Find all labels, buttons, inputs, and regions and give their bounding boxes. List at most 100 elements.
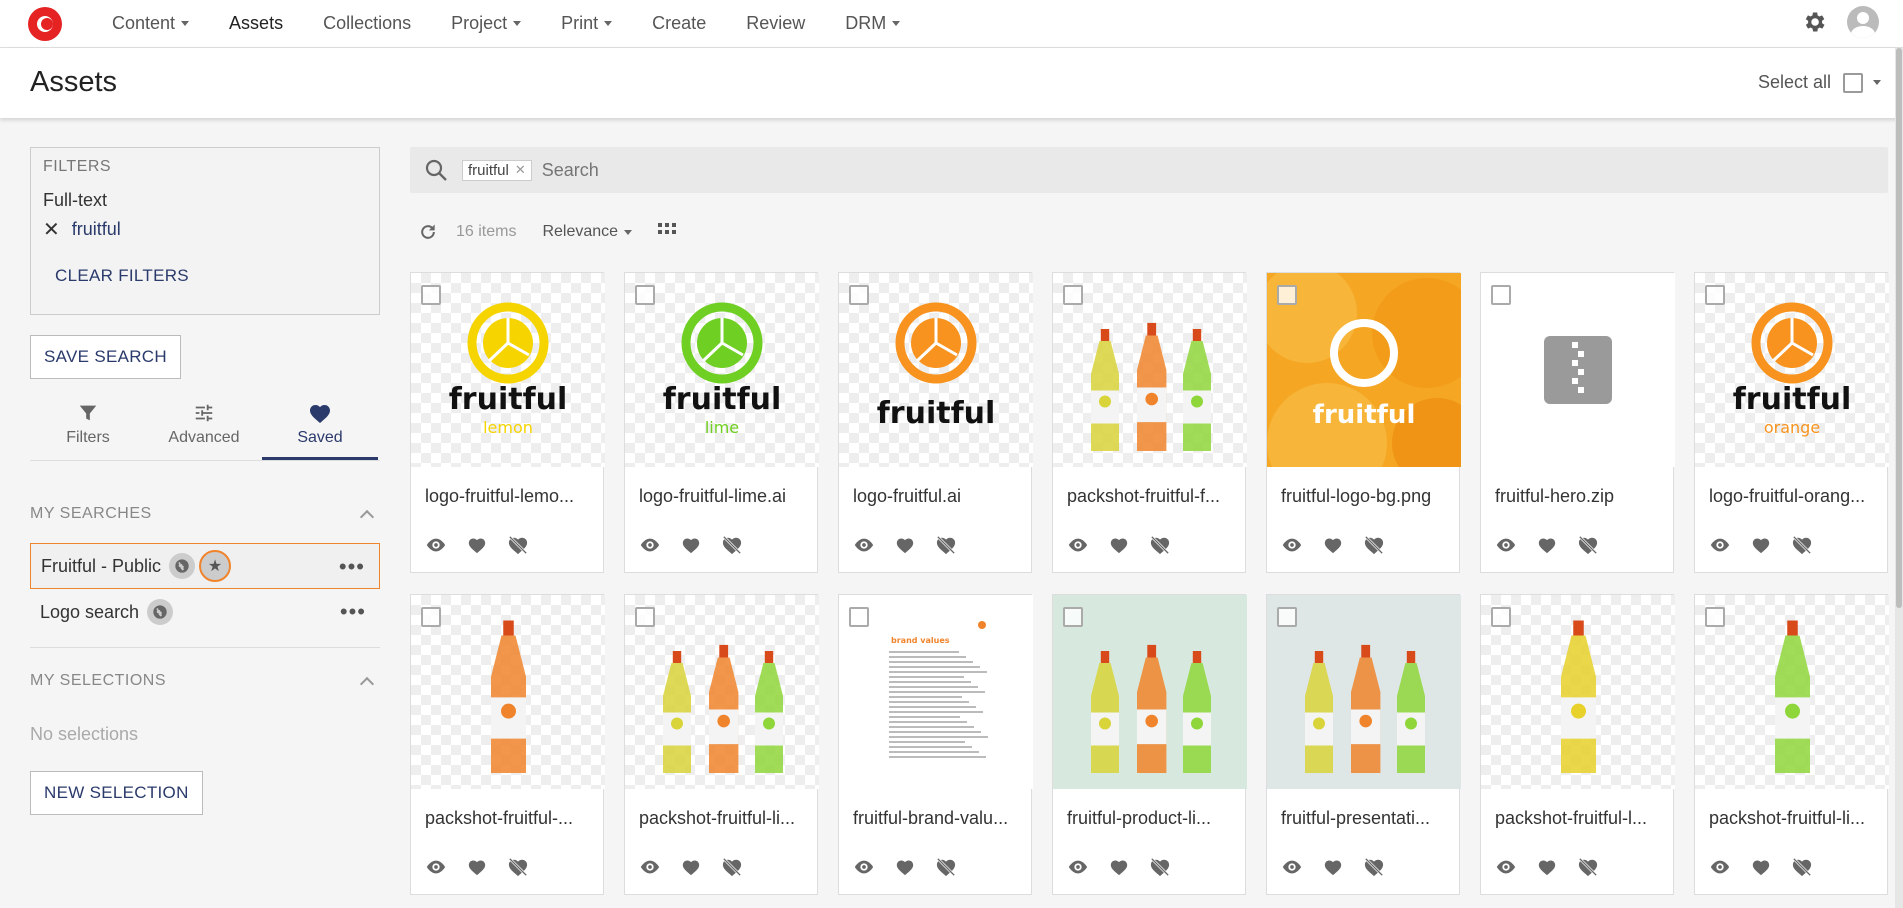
preview-icon[interactable]	[853, 537, 875, 553]
heart-off-icon[interactable]	[1791, 535, 1813, 555]
preview-icon[interactable]	[1067, 537, 1089, 553]
nav-item-collections[interactable]: Collections	[323, 13, 411, 34]
preview-icon[interactable]	[1495, 537, 1517, 553]
page-scrollbar[interactable]	[1895, 48, 1903, 908]
heart-off-icon[interactable]	[721, 857, 743, 877]
asset-checkbox[interactable]	[1705, 607, 1725, 627]
heart-icon[interactable]	[681, 536, 701, 554]
asset-checkbox[interactable]	[1491, 285, 1511, 305]
heart-off-icon[interactable]	[1363, 857, 1385, 877]
chevron-up-icon[interactable]	[359, 676, 375, 692]
star-icon[interactable]: ★	[199, 550, 232, 582]
asset-filename[interactable]: fruitful-logo-bg.png	[1281, 486, 1451, 507]
heart-icon[interactable]	[467, 858, 487, 876]
preview-icon[interactable]	[1709, 537, 1731, 553]
new-selection-button[interactable]: NEW SELECTION	[30, 771, 203, 815]
asset-checkbox[interactable]	[1705, 285, 1725, 305]
preview-icon[interactable]	[425, 859, 447, 875]
heart-icon[interactable]	[1323, 858, 1343, 876]
nav-item-project[interactable]: Project	[451, 13, 522, 34]
asset-checkbox[interactable]	[421, 607, 441, 627]
more-options-icon[interactable]: •••	[340, 599, 366, 625]
sort-dropdown[interactable]: Relevance	[542, 223, 633, 241]
my-selections-header[interactable]: MY SELECTIONS	[30, 672, 380, 692]
asset-card[interactable]: fruitful orange logo-fruitful-orang...	[1694, 272, 1889, 573]
preview-icon[interactable]	[1709, 859, 1731, 875]
user-avatar-icon[interactable]	[1847, 6, 1879, 38]
asset-card[interactable]: fruitful-presentati...	[1266, 594, 1461, 895]
asset-checkbox[interactable]	[849, 285, 869, 305]
preview-icon[interactable]	[853, 859, 875, 875]
asset-card[interactable]: packshot-fruitful-...	[410, 594, 605, 895]
asset-card[interactable]: fruitful-hero.zip	[1480, 272, 1675, 573]
clear-filters-button[interactable]: CLEAR FILTERS	[55, 266, 367, 286]
heart-icon[interactable]	[467, 536, 487, 554]
select-all[interactable]: Select all	[1758, 72, 1881, 93]
chevron-up-icon[interactable]	[359, 509, 375, 525]
heart-icon[interactable]	[895, 536, 915, 554]
asset-card[interactable]: fruitful lime logo-fruitful-lime.ai	[624, 272, 819, 573]
heart-off-icon[interactable]	[1149, 857, 1171, 877]
asset-filename[interactable]: logo-fruitful-orang...	[1709, 486, 1879, 507]
nav-item-review[interactable]: Review	[746, 13, 805, 34]
asset-filename[interactable]: packshot-fruitful-l...	[1495, 808, 1665, 829]
my-searches-header[interactable]: MY SEARCHES	[30, 505, 380, 525]
asset-checkbox[interactable]	[1063, 607, 1083, 627]
saved-search-item[interactable]: Fruitful - Public ★ •••	[30, 543, 380, 589]
heart-off-icon[interactable]	[1791, 857, 1813, 877]
nav-item-content[interactable]: Content	[112, 13, 190, 34]
asset-filename[interactable]: packshot-fruitful-f...	[1067, 486, 1237, 507]
save-search-button[interactable]: SAVE SEARCH	[30, 335, 181, 379]
heart-icon[interactable]	[895, 858, 915, 876]
close-icon[interactable]: ✕	[43, 217, 60, 242]
asset-card[interactable]: fruitful lemon logo-fruitful-lemo...	[410, 272, 605, 573]
asset-card[interactable]: fruitful fruitful-logo-bg.png	[1266, 272, 1461, 573]
asset-checkbox[interactable]	[635, 607, 655, 627]
tab-advanced[interactable]: Advanced	[146, 401, 262, 460]
asset-filename[interactable]: packshot-fruitful-li...	[1709, 808, 1879, 829]
nav-item-drm[interactable]: DRM	[845, 13, 901, 34]
heart-off-icon[interactable]	[935, 857, 957, 877]
heart-icon[interactable]	[681, 858, 701, 876]
heart-icon[interactable]	[1751, 536, 1771, 554]
nav-item-assets[interactable]: Assets	[229, 13, 283, 34]
asset-checkbox[interactable]	[635, 285, 655, 305]
heart-icon[interactable]	[1537, 858, 1557, 876]
preview-icon[interactable]	[1281, 859, 1303, 875]
search-input[interactable]	[541, 159, 942, 181]
grid-view-icon[interactable]	[658, 223, 677, 241]
asset-checkbox[interactable]	[849, 607, 869, 627]
nav-item-create[interactable]: Create	[652, 13, 706, 34]
heart-icon[interactable]	[1109, 536, 1129, 554]
asset-card[interactable]: packshot-fruitful-f...	[1052, 272, 1247, 573]
more-options-icon[interactable]: •••	[339, 554, 365, 580]
asset-card[interactable]: packshot-fruitful-l...	[1480, 594, 1675, 895]
preview-icon[interactable]	[1067, 859, 1089, 875]
heart-off-icon[interactable]	[721, 535, 743, 555]
preview-icon[interactable]	[1281, 537, 1303, 553]
asset-card[interactable]: fruitful-product-li...	[1052, 594, 1247, 895]
heart-off-icon[interactable]	[507, 857, 529, 877]
saved-search-item[interactable]: Logo search •••	[30, 589, 380, 635]
heart-off-icon[interactable]	[1149, 535, 1171, 555]
gear-icon[interactable]	[1801, 9, 1827, 35]
asset-filename[interactable]: packshot-fruitful-...	[425, 808, 595, 829]
tab-saved[interactable]: Saved	[262, 401, 378, 460]
heart-off-icon[interactable]	[935, 535, 957, 555]
asset-checkbox[interactable]	[1277, 285, 1297, 305]
close-icon[interactable]: ✕	[515, 162, 526, 178]
asset-filename[interactable]: logo-fruitful-lemo...	[425, 486, 595, 507]
heart-icon[interactable]	[1109, 858, 1129, 876]
nav-item-print[interactable]: Print	[561, 13, 613, 34]
select-all-checkbox[interactable]	[1843, 72, 1863, 93]
asset-checkbox[interactable]	[1063, 285, 1083, 305]
heart-icon[interactable]	[1537, 536, 1557, 554]
asset-filename[interactable]: logo-fruitful-lime.ai	[639, 486, 809, 507]
chevron-down-icon[interactable]	[1873, 80, 1881, 85]
refresh-icon[interactable]	[418, 222, 438, 242]
asset-card[interactable]: brand values fruitful-brand-valu...	[838, 594, 1033, 895]
asset-filename[interactable]: packshot-fruitful-li...	[639, 808, 809, 829]
asset-card[interactable]: packshot-fruitful-li...	[624, 594, 819, 895]
asset-card[interactable]: packshot-fruitful-li...	[1694, 594, 1889, 895]
preview-icon[interactable]	[1495, 859, 1517, 875]
